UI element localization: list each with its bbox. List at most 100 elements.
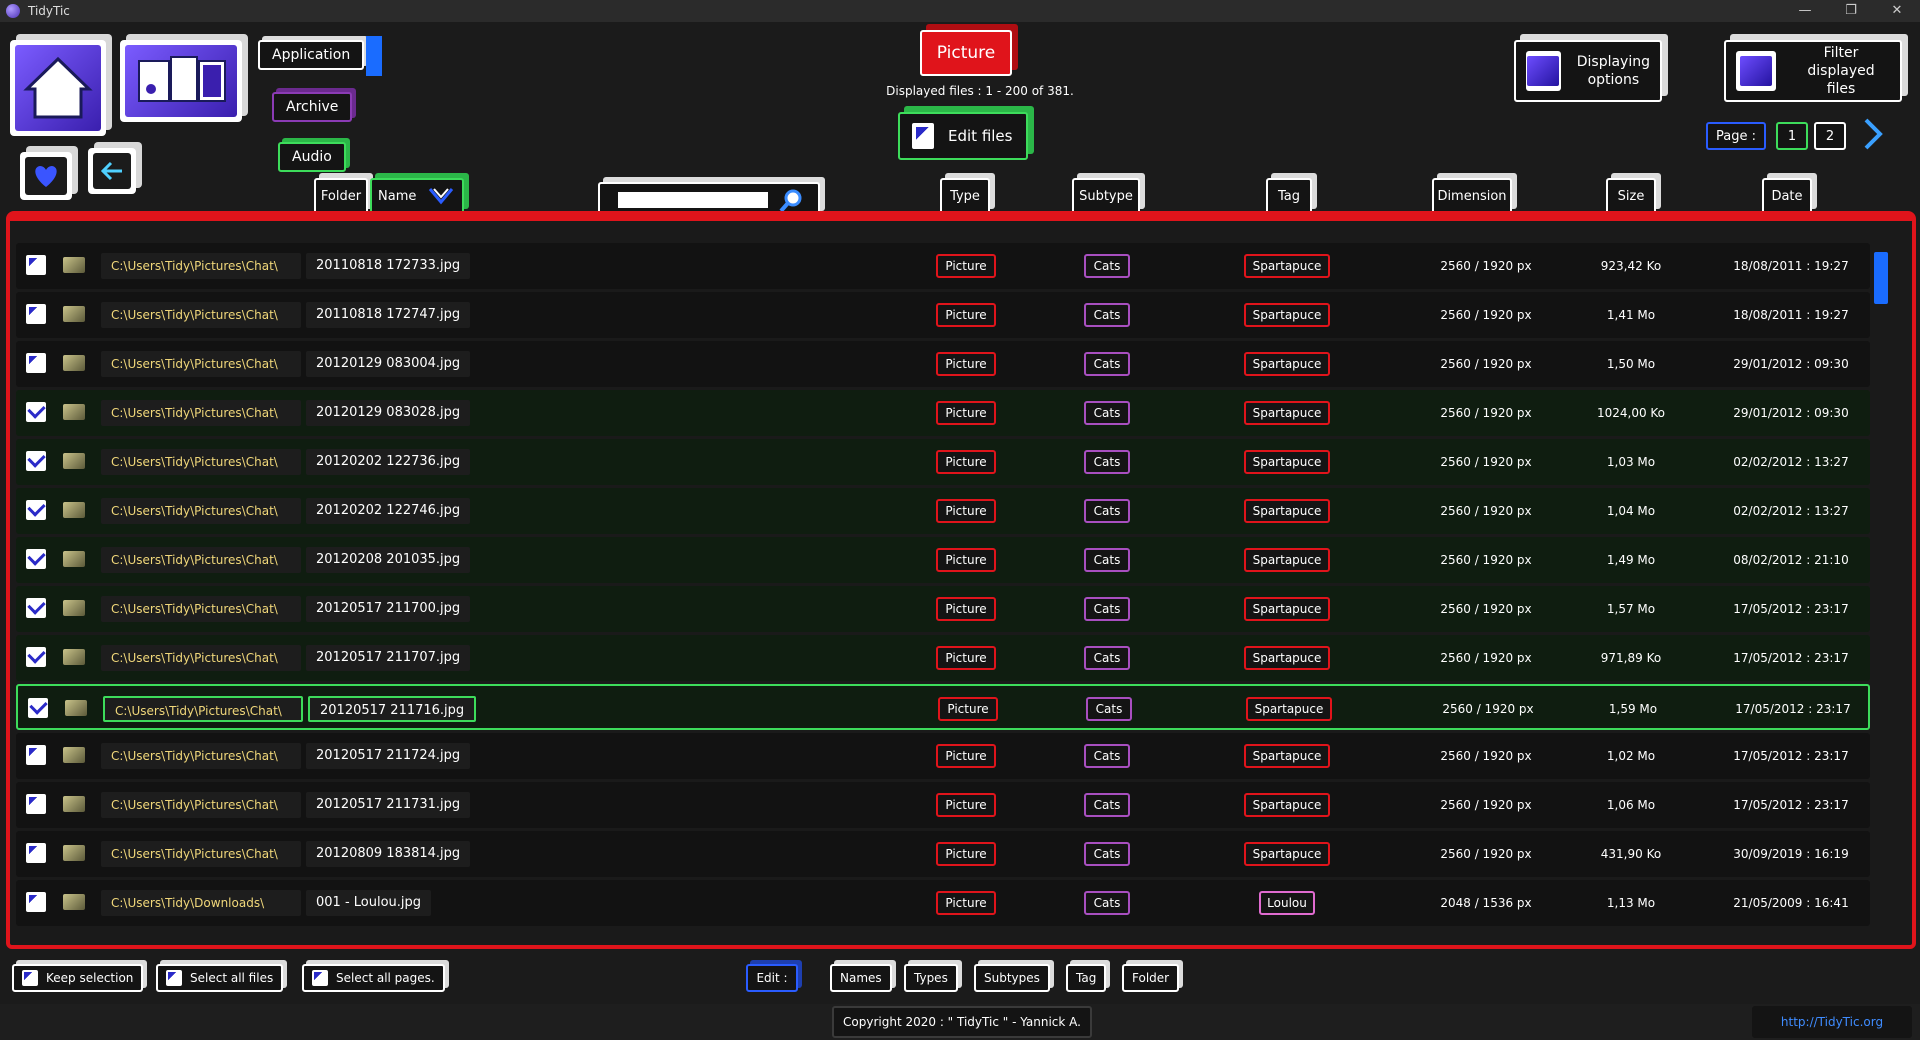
edit-files-button[interactable]: Edit files xyxy=(898,112,1028,160)
row-tag-badge[interactable]: Loulou xyxy=(1259,891,1315,915)
keep-selection-button[interactable]: Keep selection xyxy=(12,964,144,992)
table-row[interactable]: C:\Users\Tidy\Pictures\Chat\ 20120129 083… xyxy=(16,390,1870,436)
website-link[interactable]: http://TidyTic.org xyxy=(1752,1006,1912,1038)
row-filename[interactable]: 20120517 211716.jpg xyxy=(308,696,477,722)
row-type-badge[interactable]: Picture xyxy=(936,793,996,817)
row-checkbox[interactable] xyxy=(26,255,46,275)
home-button[interactable] xyxy=(10,40,106,136)
row-checkbox[interactable] xyxy=(26,843,46,863)
scrollbar-thumb[interactable] xyxy=(1874,252,1888,304)
row-tag-badge[interactable]: Spartapuce xyxy=(1244,401,1330,425)
row-filename[interactable]: 20120129 083004.jpg xyxy=(306,351,471,377)
row-subtype-badge[interactable]: Cats xyxy=(1084,597,1130,621)
row-subtype-badge[interactable]: Cats xyxy=(1084,303,1130,327)
minimize-button[interactable]: — xyxy=(1782,0,1828,22)
row-tag-badge[interactable]: Spartapuce xyxy=(1246,697,1332,721)
row-filename[interactable]: 20120208 201035.jpg xyxy=(306,547,471,573)
column-tag-header[interactable]: Tag xyxy=(1266,178,1312,214)
row-tag-badge[interactable]: Spartapuce xyxy=(1244,793,1330,817)
table-row[interactable]: C:\Users\Tidy\Pictures\Chat\ 20120809 183… xyxy=(16,831,1870,877)
column-date-header[interactable]: Date xyxy=(1762,178,1812,214)
column-name-header[interactable]: Name xyxy=(370,178,464,214)
row-subtype-badge[interactable]: Cats xyxy=(1084,842,1130,866)
page-2-button[interactable]: 2 xyxy=(1814,122,1846,150)
row-checkbox[interactable] xyxy=(26,451,46,471)
row-checkbox[interactable] xyxy=(26,647,46,667)
edit-types-button[interactable]: Types xyxy=(904,964,958,992)
row-tag-badge[interactable]: Spartapuce xyxy=(1244,744,1330,768)
row-filename[interactable]: 20120517 211707.jpg xyxy=(306,645,471,671)
column-dimension-header[interactable]: Dimension xyxy=(1432,178,1512,214)
row-subtype-badge[interactable]: Cats xyxy=(1084,646,1130,670)
category-application-button[interactable]: Application xyxy=(258,40,365,70)
row-checkbox[interactable] xyxy=(26,353,46,373)
row-type-badge[interactable]: Picture xyxy=(936,744,996,768)
row-tag-badge[interactable]: Spartapuce xyxy=(1244,352,1330,376)
row-filename[interactable]: 20120809 183814.jpg xyxy=(306,841,471,867)
table-row[interactable]: C:\Users\Tidy\Downloads\ 001 - Loulou.jpg… xyxy=(16,880,1870,926)
row-type-badge[interactable]: Picture xyxy=(936,499,996,523)
table-row[interactable]: C:\Users\Tidy\Pictures\Chat\ 20120202 122… xyxy=(16,488,1870,534)
row-type-badge[interactable]: Picture xyxy=(936,450,996,474)
table-row[interactable]: C:\Users\Tidy\Pictures\Chat\ 20120208 201… xyxy=(16,537,1870,583)
row-filename[interactable]: 20120517 211724.jpg xyxy=(306,743,471,769)
row-subtype-badge[interactable]: Cats xyxy=(1084,254,1130,278)
select-all-files-button[interactable]: Select all files xyxy=(156,964,284,992)
row-filename[interactable]: 20120202 122736.jpg xyxy=(306,449,471,475)
page-1-button[interactable]: 1 xyxy=(1776,122,1808,150)
row-tag-badge[interactable]: Spartapuce xyxy=(1244,303,1330,327)
edit-subtypes-button[interactable]: Subtypes xyxy=(974,964,1050,992)
table-row[interactable]: C:\Users\Tidy\Pictures\Chat\ 20120517 211… xyxy=(16,586,1870,632)
row-checkbox[interactable] xyxy=(26,745,46,765)
row-tag-badge[interactable]: Spartapuce xyxy=(1244,499,1330,523)
close-button[interactable]: ✕ xyxy=(1874,0,1920,22)
table-row[interactable]: C:\Users\Tidy\Pictures\Chat\ 20110818 172… xyxy=(16,243,1870,289)
table-row[interactable]: C:\Users\Tidy\Pictures\Chat\ 20120517 211… xyxy=(16,733,1870,779)
category-archive-button[interactable]: Archive xyxy=(272,92,353,122)
row-filename[interactable]: 20120517 211700.jpg xyxy=(306,596,471,622)
media-library-button[interactable] xyxy=(120,40,242,122)
row-filename[interactable]: 20110818 172733.jpg xyxy=(306,253,471,279)
row-checkbox[interactable] xyxy=(26,598,46,618)
row-subtype-badge[interactable]: Cats xyxy=(1084,548,1130,572)
row-checkbox[interactable] xyxy=(26,794,46,814)
row-subtype-badge[interactable]: Cats xyxy=(1084,450,1130,474)
row-tag-badge[interactable]: Spartapuce xyxy=(1244,254,1330,278)
row-subtype-badge[interactable]: Cats xyxy=(1084,401,1130,425)
row-type-badge[interactable]: Picture xyxy=(936,646,996,670)
edit-tag-button[interactable]: Tag xyxy=(1066,964,1107,992)
back-button[interactable] xyxy=(88,148,136,194)
search-input[interactable] xyxy=(618,192,768,208)
filter-displayed-files-button[interactable]: Filter displayed files xyxy=(1724,40,1902,102)
table-row[interactable]: C:\Users\Tidy\Pictures\Chat\ 20120129 083… xyxy=(16,341,1870,387)
displaying-options-button[interactable]: Displaying options xyxy=(1514,40,1662,102)
row-type-badge[interactable]: Picture xyxy=(936,401,996,425)
row-subtype-badge[interactable]: Cats xyxy=(1084,744,1130,768)
row-checkbox[interactable] xyxy=(26,304,46,324)
row-type-badge[interactable]: Picture xyxy=(936,891,996,915)
table-row[interactable]: C:\Users\Tidy\Pictures\Chat\ 20120517 211… xyxy=(16,635,1870,681)
category-audio-button[interactable]: Audio xyxy=(278,142,346,172)
table-row[interactable]: C:\Users\Tidy\Pictures\Chat\ 20120517 211… xyxy=(16,782,1870,828)
row-filename[interactable]: 20120129 083028.jpg xyxy=(306,400,471,426)
row-subtype-badge[interactable]: Cats xyxy=(1086,697,1132,721)
row-type-badge[interactable]: Picture xyxy=(936,597,996,621)
row-subtype-badge[interactable]: Cats xyxy=(1084,352,1130,376)
row-type-badge[interactable]: Picture xyxy=(936,842,996,866)
row-tag-badge[interactable]: Spartapuce xyxy=(1244,842,1330,866)
table-row[interactable]: C:\Users\Tidy\Pictures\Chat\ 20120202 122… xyxy=(16,439,1870,485)
row-checkbox[interactable] xyxy=(26,892,46,912)
select-all-pages-button[interactable]: Select all pages. xyxy=(302,964,445,992)
category-picture-button[interactable]: Picture xyxy=(920,30,1012,76)
row-subtype-badge[interactable]: Cats xyxy=(1084,499,1130,523)
row-filename[interactable]: 20110818 172747.jpg xyxy=(306,302,471,328)
row-type-badge[interactable]: Picture xyxy=(936,548,996,572)
row-tag-badge[interactable]: Spartapuce xyxy=(1244,548,1330,572)
row-subtype-badge[interactable]: Cats xyxy=(1084,793,1130,817)
row-checkbox[interactable] xyxy=(26,500,46,520)
row-type-badge[interactable]: Picture xyxy=(936,254,996,278)
row-subtype-badge[interactable]: Cats xyxy=(1084,891,1130,915)
next-page-icon[interactable] xyxy=(1860,117,1886,155)
favorites-button[interactable] xyxy=(20,152,72,200)
edit-folder-button[interactable]: Folder xyxy=(1122,964,1180,992)
